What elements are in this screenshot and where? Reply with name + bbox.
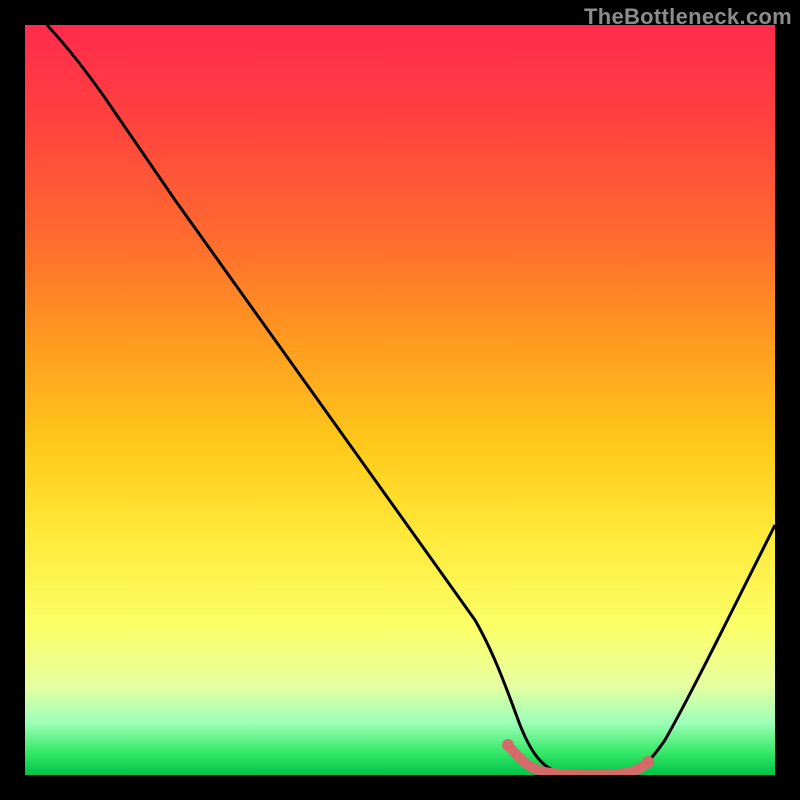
bottleneck-curve <box>47 25 775 775</box>
plot-area <box>25 25 775 775</box>
optimal-range-marker <box>508 745 648 775</box>
curve-layer <box>25 25 775 775</box>
marker-dot-start <box>502 739 514 751</box>
marker-dot-end <box>642 756 654 768</box>
